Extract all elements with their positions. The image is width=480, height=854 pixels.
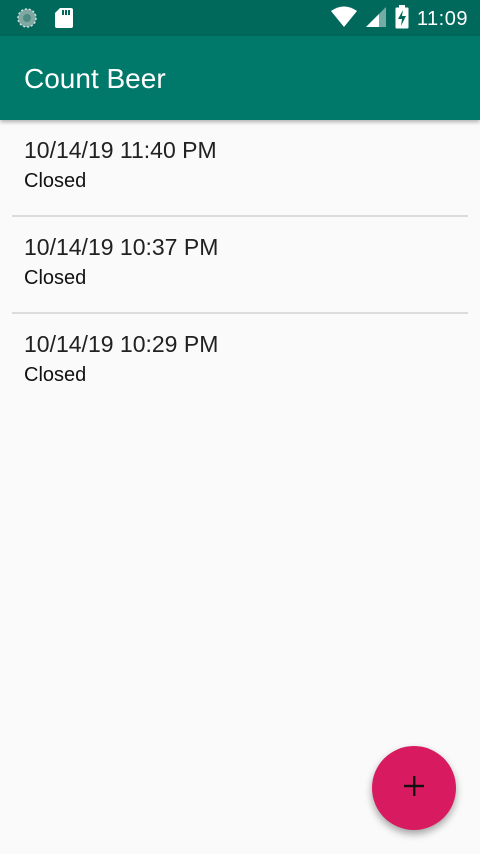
session-datetime: 10/14/19 10:29 PM <box>24 331 219 357</box>
session-datetime: 10/14/19 11:40 PM <box>24 137 217 163</box>
add-button[interactable] <box>372 746 456 830</box>
page-title: Count Beer <box>24 63 166 94</box>
wifi-icon <box>330 6 357 33</box>
app-bar: Count Beer <box>0 36 480 120</box>
list-item[interactable]: 10/14/19 10:37 PM Closed <box>12 217 468 314</box>
sd-card-icon <box>54 7 74 34</box>
status-right-icons: 11:09 <box>330 5 468 34</box>
session-list: 10/14/19 11:40 PM Closed 10/14/19 10:37 … <box>0 120 480 409</box>
session-datetime: 10/14/19 10:37 PM <box>24 234 219 260</box>
status-left-icons <box>16 7 74 34</box>
session-status: Closed <box>24 267 87 289</box>
session-status: Closed <box>24 170 87 192</box>
list-item[interactable]: 10/14/19 11:40 PM Closed <box>12 120 468 217</box>
status-bar: 11:09 <box>0 0 480 36</box>
battery-charging-icon <box>395 5 409 34</box>
list-item[interactable]: 10/14/19 10:29 PM Closed <box>12 314 468 409</box>
add-icon <box>402 774 426 803</box>
sync-icon <box>16 7 38 34</box>
status-time: 11:09 <box>416 8 468 30</box>
session-status: Closed <box>24 364 87 386</box>
signal-icon <box>365 6 387 33</box>
